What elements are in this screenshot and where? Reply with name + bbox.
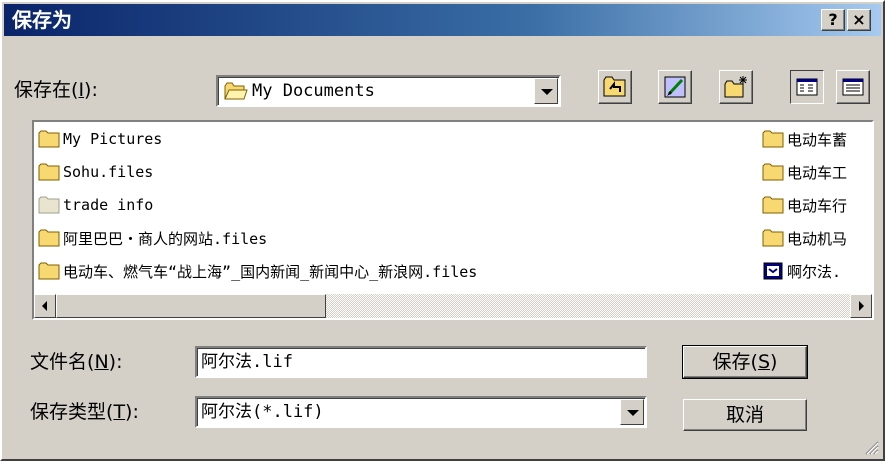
lif-file-icon [763, 262, 783, 280]
desktop-icon [664, 76, 686, 98]
horizontal-scrollbar[interactable] [34, 294, 872, 318]
save-button[interactable]: 保存(S) [682, 345, 808, 379]
file-name-value: 阿尔法.lif [201, 352, 293, 372]
details-view-icon [842, 78, 864, 96]
save-type-dropdown-button[interactable] [620, 399, 644, 425]
list-item[interactable]: 电动车行 [762, 194, 847, 216]
folder-icon [38, 196, 60, 214]
list-item[interactable]: My Pictures [38, 128, 162, 150]
folder-icon [38, 229, 60, 247]
folder-icon [762, 130, 784, 148]
new-folder-button[interactable] [719, 70, 753, 104]
scroll-thumb[interactable] [56, 294, 326, 318]
cancel-button[interactable]: 取消 [683, 399, 807, 431]
file-name-label: 文件名(N): [30, 351, 123, 373]
folder-icon [762, 229, 784, 247]
save-in-combobox[interactable]: My Documents [216, 75, 561, 107]
up-one-level-button[interactable] [598, 70, 632, 104]
save-type-value: 阿尔法(*.lif) [201, 402, 324, 422]
save-type-label: 保存类型(T): [30, 401, 139, 423]
save-in-value: My Documents [252, 81, 375, 101]
new-folder-icon [724, 76, 747, 98]
file-list[interactable]: My Pictures Sohu.files trade info 阿里巴巴・商… [32, 120, 874, 320]
save-in-dropdown-button[interactable] [534, 78, 558, 104]
list-view-icon [796, 78, 818, 96]
folder-icon [38, 262, 60, 280]
folder-icon [762, 196, 784, 214]
list-item[interactable]: 啊尔法. [762, 260, 841, 282]
arrow-left-icon [42, 301, 47, 311]
dialog-title: 保存为 [12, 8, 72, 32]
scroll-left-button[interactable] [34, 294, 56, 318]
resize-grip-icon[interactable] [863, 439, 879, 455]
save-as-dialog: 保存为 ? × 保存在(I): My Documents My Pictures… [0, 0, 885, 461]
list-view-button[interactable] [790, 70, 824, 104]
list-item[interactable]: 阿里巴巴・商人的网站.files [38, 227, 267, 249]
list-item[interactable]: 电动机马 [762, 227, 847, 249]
close-button[interactable]: × [847, 9, 871, 31]
help-button[interactable]: ? [821, 9, 845, 31]
list-item[interactable]: 电动车蓄 [762, 128, 847, 150]
arrow-right-icon [859, 301, 864, 311]
save-type-combobox[interactable]: 阿尔法(*.lif) [195, 396, 647, 428]
list-item[interactable]: 电动车、燃气车“战上海”_国内新闻_新闻中心_新浪网.files [38, 260, 477, 282]
folder-icon [38, 130, 60, 148]
folder-icon [762, 163, 784, 181]
desktop-button[interactable] [658, 70, 692, 104]
title-bar[interactable]: 保存为 ? × [4, 4, 881, 36]
save-in-label: 保存在(I): [14, 79, 98, 101]
folder-icon [38, 163, 60, 181]
up-one-level-icon [603, 76, 626, 97]
details-view-button[interactable] [836, 70, 870, 104]
file-name-input[interactable]: 阿尔法.lif [195, 346, 647, 378]
list-item[interactable]: trade info [38, 194, 153, 216]
open-folder-icon [224, 82, 248, 100]
scroll-right-button[interactable] [850, 294, 872, 318]
list-item[interactable]: Sohu.files [38, 161, 153, 183]
list-item[interactable]: 电动车工 [762, 161, 847, 183]
